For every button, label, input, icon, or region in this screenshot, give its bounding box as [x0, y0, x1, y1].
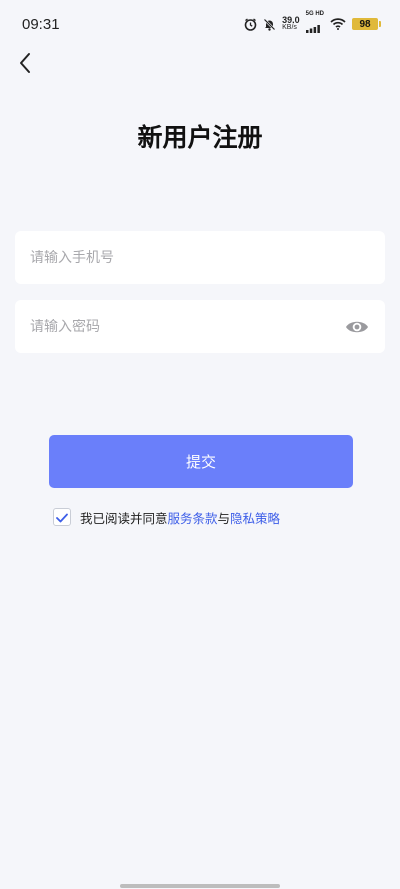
- agreement-joiner: 与: [217, 510, 231, 526]
- terms-link[interactable]: 服务条款: [168, 508, 218, 527]
- status-time: 09:31: [22, 15, 60, 33]
- phone-input[interactable]: [30, 249, 370, 266]
- phone-field: [15, 231, 385, 284]
- password-input[interactable]: [30, 318, 344, 335]
- eye-icon[interactable]: [344, 314, 370, 340]
- battery-level: 98: [359, 18, 371, 30]
- signal-label: 5G HD: [305, 11, 324, 17]
- checkmark-icon: [56, 508, 68, 527]
- battery-icon: 98: [352, 18, 381, 30]
- net-speed: 39.0 KB/s: [282, 16, 300, 32]
- privacy-link[interactable]: 隐私策略: [230, 508, 280, 527]
- status-icons: 39.0 KB/s 5G HD 98: [244, 11, 381, 37]
- bell-off-icon: [263, 18, 276, 31]
- back-arrow-icon: [18, 52, 32, 78]
- agreement-row: 我已阅读并同意 服务条款 与 隐私策略: [53, 506, 280, 528]
- wifi-icon: [330, 18, 346, 30]
- home-indicator[interactable]: [120, 884, 280, 888]
- agreement-prefix: 我已阅读并同意: [80, 510, 168, 526]
- signal-icon: [305, 18, 320, 37]
- page-title: 新用户注册: [137, 123, 263, 152]
- net-speed-value: 39.0: [282, 15, 300, 25]
- net-speed-unit: KB/s: [282, 24, 297, 31]
- cellular-signal: 5G HD: [305, 11, 324, 37]
- password-field: [15, 300, 385, 353]
- submit-button[interactable]: 提交: [49, 435, 353, 488]
- back-button[interactable]: [10, 50, 40, 80]
- status-bar: 09:31 39.0 KB/s 5G HD 98: [0, 0, 400, 48]
- agreement-checkbox[interactable]: [53, 508, 71, 526]
- alarm-icon: [244, 17, 257, 31]
